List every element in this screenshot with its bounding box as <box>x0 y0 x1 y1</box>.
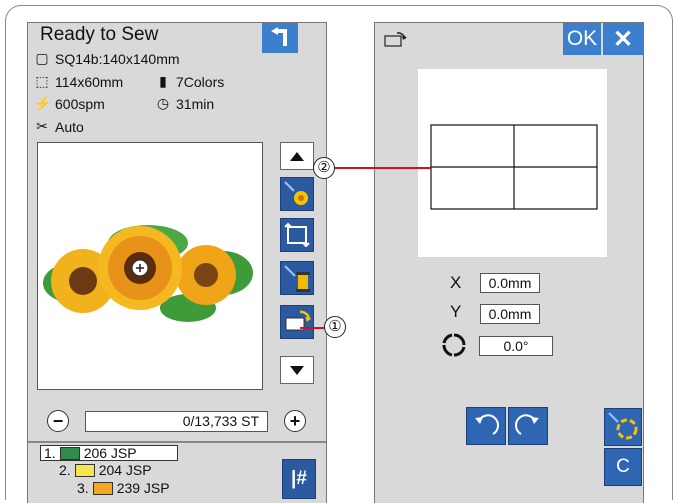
speed-info: ⚡ 600spm <box>34 95 105 112</box>
time-info: ◷ 31min <box>155 95 214 112</box>
page-title: Ready to Sew <box>40 24 159 45</box>
color-sort-button[interactable] <box>280 177 314 211</box>
callout-1: ① <box>324 316 346 338</box>
scissors-icon: ✂ <box>36 118 48 134</box>
ok-button[interactable]: OK <box>563 23 601 55</box>
ready-to-sew-panel: Ready to Sew ▢ SQ14b:140x140mm ⬚ 114x60m… <box>27 22 327 503</box>
rotate-ccw-icon <box>475 414 499 435</box>
thread-index: 3. <box>77 480 89 496</box>
design-preview <box>37 142 263 390</box>
design-size-icon: ⬚ <box>35 73 49 89</box>
stitch-forward-button[interactable]: + <box>284 410 306 432</box>
size-label: 114x60mm <box>55 73 124 90</box>
thread-item-1[interactable]: 1. 206 JSP <box>40 445 178 461</box>
running-speed-icon: ⚡ <box>34 95 52 111</box>
thread-cut-info: ✂ Auto <box>34 118 84 135</box>
design-outline <box>430 124 598 210</box>
thread-spool-icon: ▮ <box>159 73 167 89</box>
hoop-info: ▢ SQ14b:140x140mm <box>34 50 180 67</box>
thread-color-swatch <box>74 463 95 477</box>
colors-info: ▮ 7Colors <box>155 73 224 90</box>
rotate-design-button[interactable] <box>280 305 314 339</box>
triangle-up-icon <box>290 151 304 161</box>
rotation-angle-field: 0.0° <box>479 336 553 356</box>
thread-name: 206 JSP <box>83 445 137 461</box>
jump-label: # <box>296 468 307 489</box>
rotate-reset-button[interactable] <box>604 408 642 446</box>
ok-label: OK <box>566 27 598 50</box>
size-info: ⬚ 114x60mm <box>34 73 123 90</box>
thread-index: 2. <box>59 462 71 478</box>
triangle-down-icon <box>290 365 304 375</box>
hoop-icon: ▢ <box>35 50 49 66</box>
flower-color-icon <box>284 181 308 205</box>
minus-icon: − <box>52 411 64 431</box>
thread-item-2[interactable]: 2. 204 JSP <box>59 462 152 478</box>
plus-icon: + <box>289 411 301 431</box>
stitch-back-button[interactable]: − <box>47 410 69 432</box>
back-arrow-icon <box>271 27 287 46</box>
close-icon: ✕ <box>612 25 634 53</box>
thread-item-3[interactable]: 3. 239 JSP <box>77 480 170 496</box>
jump-button[interactable]: | # <box>282 459 316 499</box>
y-offset-field: 0.0mm <box>480 304 540 324</box>
y-label: Y <box>450 302 462 321</box>
x-offset-field: 0.0mm <box>480 273 540 293</box>
thread-name: 204 JSP <box>98 462 152 478</box>
speed-label: 600spm <box>55 95 105 112</box>
rotate-hoop-icon <box>285 310 311 331</box>
thread-list[interactable]: 1. 206 JSP 2. 204 JSP 3. 239 JSP <box>28 443 268 504</box>
trace-frame-icon <box>284 222 310 248</box>
thread-color-swatch <box>92 481 113 495</box>
rotation-angle-icon <box>442 333 466 357</box>
thread-index: 1. <box>44 445 56 461</box>
back-button[interactable] <box>262 23 298 53</box>
thread-check-button[interactable] <box>280 261 314 295</box>
rotate-left-button[interactable] <box>466 407 506 445</box>
clear-label: C <box>616 456 630 477</box>
hoop-label: SQ14b:140x140mm <box>55 50 180 67</box>
trace-button[interactable] <box>280 218 314 252</box>
clear-button[interactable]: C <box>604 448 642 486</box>
rotate-hoop-icon <box>608 412 638 440</box>
callout-2-leader <box>335 167 431 169</box>
scroll-up-button[interactable] <box>280 142 314 170</box>
x-label: X <box>450 273 462 292</box>
clock-icon: ◷ <box>156 95 170 111</box>
rotate-right-button[interactable] <box>508 407 548 445</box>
sunflower-design-image <box>43 225 253 322</box>
close-button[interactable]: ✕ <box>603 23 643 55</box>
rotate-panel: OK ✕ X 0.0mm Y 0.0mm 0.0° C <box>374 22 644 503</box>
callout-2: ② <box>313 157 335 179</box>
time-label: 31min <box>176 95 215 112</box>
thread-color-swatch <box>59 446 80 460</box>
rotate-mode-icon <box>384 32 407 47</box>
scroll-down-button[interactable] <box>280 356 314 384</box>
stitch-counter: 0/13,733 ST <box>85 411 268 432</box>
spool-icon <box>284 265 310 292</box>
thread-cut-label: Auto <box>55 118 84 135</box>
colors-label: 7Colors <box>176 73 225 90</box>
hoop-preview <box>418 69 607 257</box>
rotate-cw-icon <box>515 414 539 435</box>
thread-name: 239 JSP <box>116 480 170 496</box>
